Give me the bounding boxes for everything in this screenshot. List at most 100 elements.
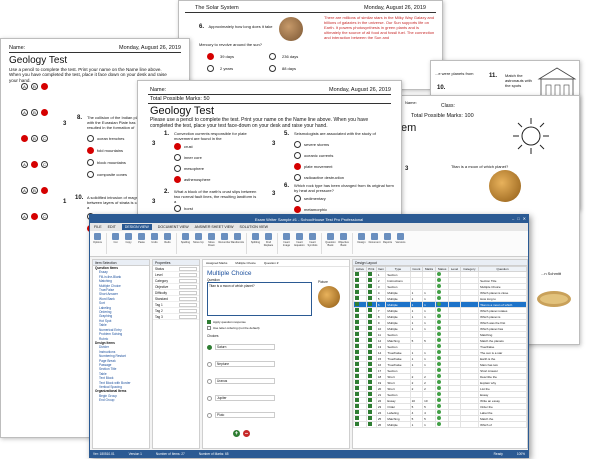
- row-checkbox[interactable]: [355, 320, 359, 324]
- row-checkbox[interactable]: [355, 272, 359, 276]
- tab-edit[interactable]: EDIT: [108, 225, 116, 229]
- tab-answer-sheet-view[interactable]: ANSWER SHEET VIEW: [195, 225, 234, 229]
- choice-text-input[interactable]: Jupiter: [215, 395, 275, 401]
- zoom-level[interactable]: 100%: [517, 452, 525, 456]
- row-checkbox[interactable]: [355, 338, 359, 342]
- property-value-field[interactable]: [179, 278, 197, 283]
- property-value-field[interactable]: [179, 314, 197, 319]
- property-value-field[interactable]: [179, 266, 197, 271]
- tab-file[interactable]: FILE: [94, 225, 102, 229]
- table-row[interactable]: 26 Multiple 1 1 Which of: [353, 421, 527, 428]
- tab-design-view[interactable]: DESIGN VIEW: [121, 224, 152, 230]
- row-checkbox[interactable]: [355, 398, 359, 402]
- property-value-field[interactable]: [179, 302, 197, 307]
- row-checkbox[interactable]: [367, 296, 372, 300]
- ribbon-button[interactable]: Find Replace: [263, 233, 274, 254]
- row-checkbox[interactable]: [367, 416, 372, 420]
- property-value-field[interactable]: [179, 308, 197, 313]
- row-checkbox[interactable]: [367, 344, 372, 348]
- row-checkbox[interactable]: [355, 422, 359, 426]
- row-checkbox[interactable]: [367, 338, 372, 342]
- ribbon-button[interactable]: Move Up: [193, 233, 204, 254]
- question-text-input[interactable]: Titan is a moon of which planet?: [207, 282, 312, 316]
- ribbon-button[interactable]: Copy: [123, 233, 134, 254]
- row-checkbox[interactable]: [367, 386, 372, 390]
- ribbon-button[interactable]: Versions: [395, 233, 406, 254]
- row-checkbox[interactable]: [367, 308, 372, 312]
- question-picture[interactable]: [318, 286, 340, 308]
- ribbon-button[interactable]: Undo: [149, 233, 160, 254]
- ribbon-button[interactable]: Insert Symbols: [307, 233, 318, 254]
- row-checkbox[interactable]: [367, 368, 372, 372]
- choice-text-input[interactable]: Uranus: [215, 378, 275, 384]
- property-value-field[interactable]: [179, 296, 197, 301]
- table-cell[interactable]: Which of: [478, 421, 527, 428]
- ribbon-button[interactable]: Objective Bank: [338, 233, 349, 254]
- row-checkbox[interactable]: [355, 296, 359, 300]
- tree-item[interactable]: End Group: [93, 398, 149, 402]
- row-checkbox[interactable]: [367, 332, 372, 336]
- choice-text-input[interactable]: Neptune: [215, 361, 275, 367]
- table-cell[interactable]: [434, 421, 450, 428]
- row-checkbox[interactable]: [367, 290, 372, 294]
- row-checkbox[interactable]: [355, 404, 359, 408]
- row-checkbox[interactable]: [367, 278, 372, 282]
- table-cell[interactable]: 1: [409, 421, 424, 428]
- ribbon-button[interactable]: Insert Image: [281, 233, 292, 254]
- ribbon-button[interactable]: Redo: [162, 233, 173, 254]
- row-checkbox[interactable]: [367, 320, 372, 324]
- table-cell[interactable]: [353, 421, 367, 428]
- correct-answer-radio[interactable]: [207, 412, 212, 418]
- ribbon-button[interactable]: Document: [369, 233, 380, 254]
- ribbon-button[interactable]: Options: [92, 233, 103, 254]
- row-checkbox[interactable]: [355, 392, 359, 396]
- row-checkbox[interactable]: [355, 350, 359, 354]
- row-checkbox[interactable]: [367, 362, 372, 366]
- row-checkbox[interactable]: [355, 284, 359, 288]
- apply-response-checkbox[interactable]: [207, 320, 211, 324]
- row-checkbox[interactable]: [355, 302, 359, 306]
- table-cell[interactable]: [459, 421, 480, 428]
- row-checkbox[interactable]: [355, 416, 359, 420]
- ribbon-button[interactable]: Renumber: [218, 233, 231, 254]
- row-checkbox[interactable]: [355, 308, 359, 312]
- add-choice-button[interactable]: +: [233, 430, 240, 437]
- ribbon-button[interactable]: Question Bank: [325, 233, 336, 254]
- ribbon-button[interactable]: Insert Equation: [294, 233, 305, 254]
- row-checkbox[interactable]: [367, 392, 372, 396]
- tab-solution-view[interactable]: SOLUTION VIEW: [240, 225, 269, 229]
- ribbon-button[interactable]: Spelling: [180, 233, 191, 254]
- row-checkbox[interactable]: [367, 350, 372, 354]
- table-cell[interactable]: [448, 421, 461, 428]
- ribbon-button[interactable]: Design: [356, 233, 367, 254]
- tab-document-view[interactable]: DOCUMENT VIEW: [158, 225, 189, 229]
- row-checkbox[interactable]: [355, 410, 359, 414]
- table-cell[interactable]: 1: [422, 421, 436, 428]
- row-checkbox[interactable]: [367, 356, 372, 360]
- row-checkbox[interactable]: [355, 278, 359, 282]
- row-checkbox[interactable]: [355, 344, 359, 348]
- row-checkbox[interactable]: [355, 290, 359, 294]
- row-checkbox[interactable]: [355, 380, 359, 384]
- close-icon[interactable]: ✕: [523, 216, 526, 221]
- ribbon-button[interactable]: Splitting: [250, 233, 261, 254]
- row-checkbox[interactable]: [355, 362, 359, 366]
- row-checkbox[interactable]: [367, 404, 372, 408]
- property-value-field[interactable]: [179, 290, 197, 295]
- row-checkbox[interactable]: [355, 386, 359, 390]
- table-cell[interactable]: Multiple: [385, 421, 411, 428]
- row-checkbox[interactable]: [367, 398, 372, 402]
- question-number-field[interactable]: Question #: [264, 261, 279, 265]
- row-checkbox[interactable]: [355, 314, 359, 318]
- ribbon-button[interactable]: Move Down: [206, 233, 217, 254]
- correct-answer-radio[interactable]: [207, 344, 212, 350]
- minimize-icon[interactable]: –: [512, 216, 514, 221]
- correct-answer-radio[interactable]: [207, 361, 212, 367]
- row-checkbox[interactable]: [355, 368, 359, 372]
- ribbon-button[interactable]: Reports: [382, 233, 393, 254]
- row-checkbox[interactable]: [367, 284, 372, 288]
- ribbon-button[interactable]: Randomize: [231, 233, 244, 254]
- choice-text-input[interactable]: Pluto: [215, 412, 275, 418]
- property-value-field[interactable]: [179, 272, 197, 277]
- row-checkbox[interactable]: [367, 422, 372, 426]
